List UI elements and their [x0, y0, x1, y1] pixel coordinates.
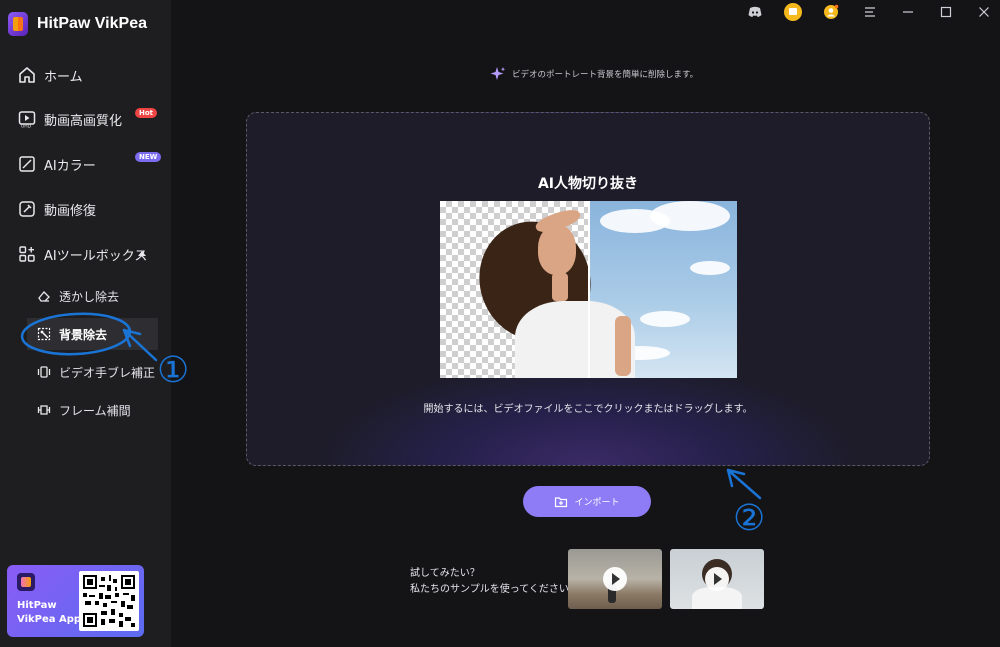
stabilize-icon [37, 365, 51, 379]
discord-icon[interactable] [746, 3, 764, 21]
play-icon [603, 567, 627, 591]
sparkle-icon [490, 67, 506, 80]
sample-prompt-line2: 私たちのサンプルを使ってください [410, 584, 569, 595]
background-remove-icon [37, 327, 51, 341]
sidebar-item-label: AIカラー [44, 158, 96, 174]
cart-icon[interactable] [784, 3, 802, 21]
close-icon[interactable] [975, 3, 993, 21]
sidebar-item-ai-toolbox[interactable]: AIツールボックス [0, 236, 171, 272]
annotation-arrow-2 [726, 468, 762, 500]
minimize-icon[interactable] [899, 3, 917, 21]
sidebar-item-ai-color[interactable]: AIカラー NEW [0, 146, 171, 182]
promo-title: HitPaw [17, 600, 57, 611]
sample-prompt: 試してみたい？ 私たちのサンプルを使ってください [410, 566, 569, 598]
promo-subtitle: VikPea App [17, 614, 82, 625]
uhd-video-icon: UHD [18, 110, 36, 128]
sidebar-item-video-enhance[interactable]: UHD 動画高画質化 Hot [0, 101, 171, 137]
frame-interpolation-icon [37, 403, 51, 417]
sidebar-subitem-background-remove[interactable]: 背景除去 [27, 318, 158, 350]
account-icon[interactable] [822, 3, 840, 21]
sidebar-subitem-frame-interpolation[interactable]: フレーム補間 [27, 394, 131, 426]
hot-badge: Hot [135, 108, 158, 118]
brand: HitPaw VikPea [8, 12, 147, 36]
import-button[interactable]: インポート [523, 486, 651, 517]
svg-text:UHD: UHD [21, 124, 32, 129]
sidebar-item-label: ホーム [44, 69, 83, 85]
feature-hint: ビデオのポートレート背景を簡単に削除します。 [490, 66, 698, 82]
maximize-icon[interactable] [937, 3, 955, 21]
eraser-icon [37, 289, 51, 303]
feature-title: AI人物切り抜き [537, 176, 639, 192]
sidebar-subitem-label: 透かし除去 [59, 289, 120, 304]
collapse-caret-icon[interactable] [138, 251, 146, 256]
sidebar-subitem-watermark-remove[interactable]: 透かし除去 [27, 280, 119, 312]
annotation-mark-2: ② [733, 498, 765, 539]
sidebar-item-label: 動画修復 [44, 203, 97, 219]
background-removal-preview-image [440, 201, 737, 378]
sample-video-thumbnail-1[interactable] [568, 549, 662, 609]
qr-code [79, 571, 139, 631]
app-logo [8, 12, 28, 36]
sidebar-subitem-label: フレーム補間 [59, 403, 131, 418]
mobile-app-promo[interactable]: HitPaw VikPea App [7, 565, 144, 637]
sidebar-subitem-label: 背景除去 [59, 327, 108, 342]
menu-icon[interactable] [861, 3, 879, 21]
new-badge: NEW [135, 152, 162, 162]
play-icon [705, 567, 729, 591]
color-icon [18, 155, 36, 173]
video-drop-zone[interactable]: AI人物切り抜き 開始するには、ビデオファイルをここでクリックまたはドラッグしま… [246, 112, 930, 466]
sidebar: HitPaw VikPea ホーム UHD 動画高画質化 Hot AIカラー N… [0, 0, 171, 647]
app-name: HitPaw VikPea [37, 15, 147, 32]
sidebar-item-label: 動画高画質化 [44, 113, 123, 129]
sample-video-thumbnail-2[interactable] [670, 549, 764, 609]
sidebar-item-home[interactable]: ホーム [0, 57, 171, 93]
feature-hint-text: ビデオのポートレート背景を簡単に削除します。 [512, 70, 699, 80]
home-icon [18, 66, 36, 84]
toolbox-icon [18, 245, 36, 263]
sidebar-item-video-repair[interactable]: 動画修復 [0, 191, 171, 227]
sidebar-item-label: AIツールボックス [44, 248, 148, 264]
sidebar-subitem-label: ビデオ手ブレ補正 [59, 365, 156, 380]
repair-icon [18, 200, 36, 218]
drop-instruction: 開始するには、ビデオファイルをここでクリックまたはドラッグします。 [423, 404, 753, 415]
sample-prompt-line1: 試してみたい？ [410, 568, 480, 579]
promo-app-logo [17, 573, 35, 591]
sidebar-subitem-stabilization[interactable]: ビデオ手ブレ補正 [27, 356, 155, 388]
folder-add-icon [555, 496, 568, 507]
import-button-label: インポート [574, 498, 620, 508]
